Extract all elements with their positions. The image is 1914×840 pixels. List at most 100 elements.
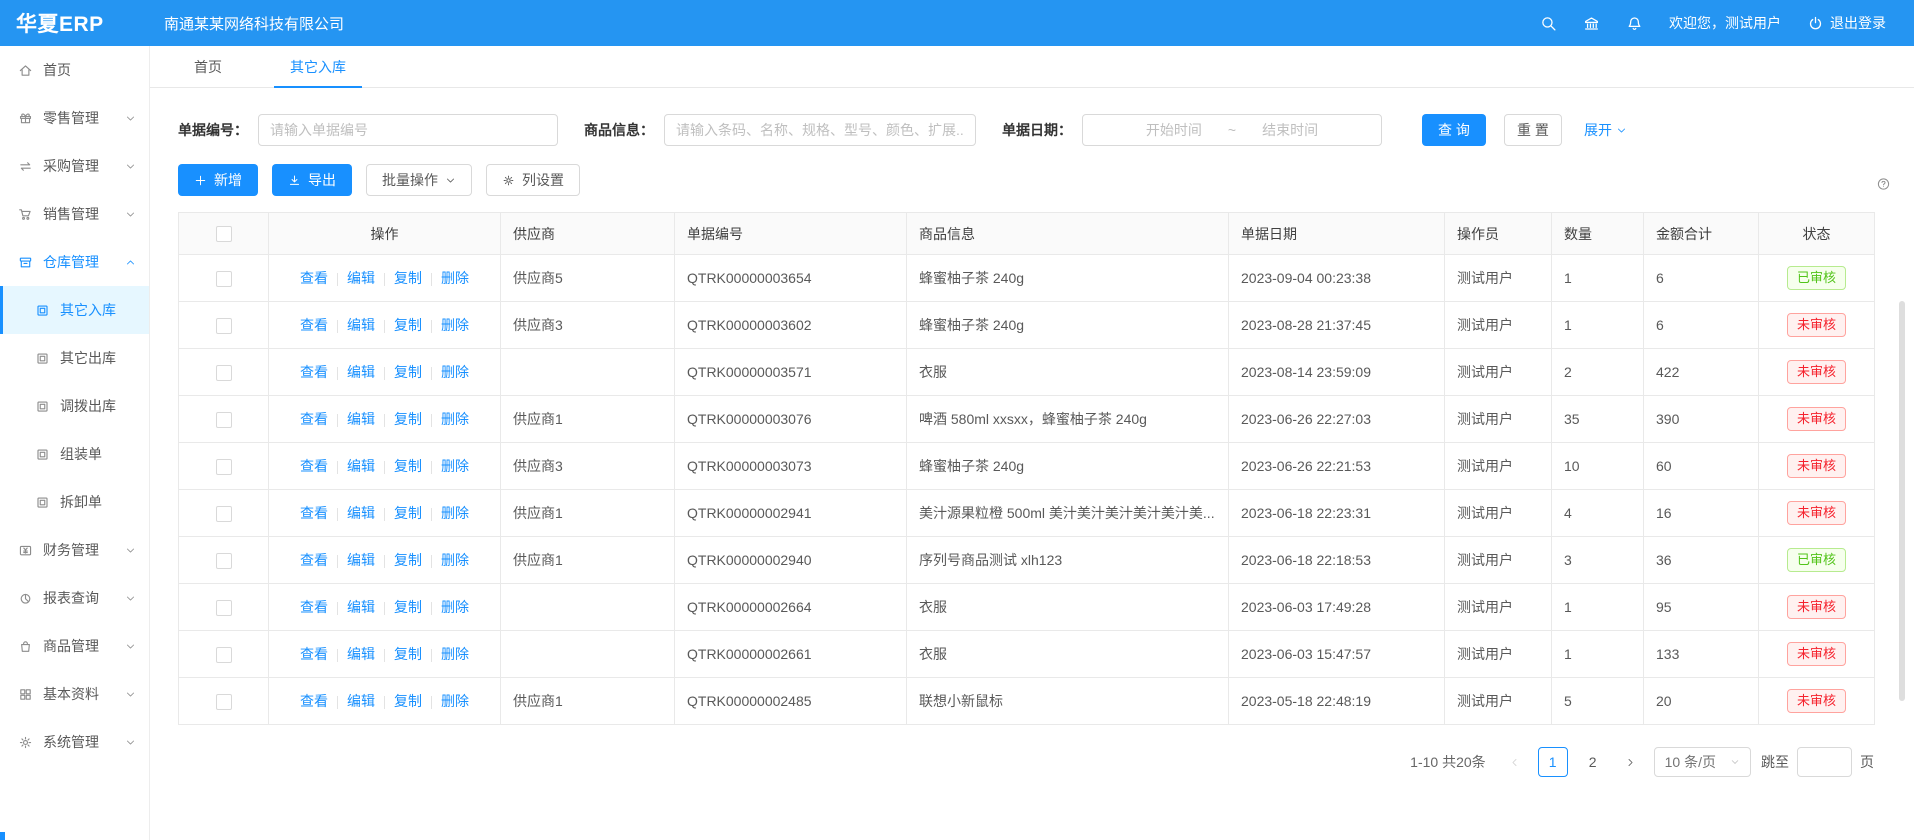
row-action-copy[interactable]: 复制 <box>394 317 422 333</box>
sidebar-item[interactable]: 仓库管理 <box>0 238 149 286</box>
page-size-select[interactable]: 10 条/页 <box>1654 747 1751 777</box>
row-action-copy[interactable]: 复制 <box>394 458 422 474</box>
row-action-view[interactable]: 查看 <box>300 270 328 286</box>
page-button-2[interactable]: 2 <box>1578 747 1608 777</box>
reset-button[interactable]: 重 置 <box>1504 114 1562 146</box>
cell-operator: 测试用户 <box>1445 302 1552 349</box>
row-checkbox[interactable] <box>216 553 232 569</box>
jump-page-input[interactable] <box>1797 747 1852 777</box>
row-action-view[interactable]: 查看 <box>300 505 328 521</box>
row-action-edit[interactable]: 编辑 <box>347 599 375 615</box>
chevron-up-icon <box>125 257 136 268</box>
search-icon[interactable] <box>1540 15 1557 32</box>
row-action-view[interactable]: 查看 <box>300 552 328 568</box>
sidebar-subitem[interactable]: 其它出库 <box>0 334 149 382</box>
sidebar-item[interactable]: 零售管理 <box>0 94 149 142</box>
row-action-copy[interactable]: 复制 <box>394 505 422 521</box>
date-range-picker[interactable]: 开始时间 ~ 结束时间 <box>1082 114 1382 146</box>
row-action-view[interactable]: 查看 <box>300 693 328 709</box>
search-button[interactable]: 查 询 <box>1422 114 1486 146</box>
sidebar-subitem[interactable]: 其它入库 <box>0 286 149 334</box>
sidebar-item[interactable]: 首页 <box>0 46 149 94</box>
row-action-delete[interactable]: 删除 <box>441 270 469 286</box>
batch-actions-button[interactable]: 批量操作 <box>366 164 472 196</box>
row-action-delete[interactable]: 删除 <box>441 599 469 615</box>
status-badge: 已审核 <box>1787 548 1846 572</box>
row-action-edit[interactable]: 编辑 <box>347 317 375 333</box>
row-checkbox[interactable] <box>216 412 232 428</box>
cell-status: 未审核 <box>1759 302 1875 349</box>
row-action-delete[interactable]: 删除 <box>441 646 469 662</box>
row-action-delete[interactable]: 删除 <box>441 317 469 333</box>
bill-date-label: 单据日期： <box>1002 120 1072 140</box>
sidebar-item[interactable]: 采购管理 <box>0 142 149 190</box>
row-action-copy[interactable]: 复制 <box>394 599 422 615</box>
row-checkbox[interactable] <box>216 459 232 475</box>
sidebar-item[interactable]: 财务管理 <box>0 526 149 574</box>
next-page-button[interactable] <box>1618 747 1644 777</box>
row-action-view[interactable]: 查看 <box>300 646 328 662</box>
row-action-edit[interactable]: 编辑 <box>347 552 375 568</box>
row-checkbox[interactable] <box>216 600 232 616</box>
row-action-view[interactable]: 查看 <box>300 458 328 474</box>
help-icon[interactable] <box>1877 174 1890 187</box>
row-action-view[interactable]: 查看 <box>300 411 328 427</box>
row-action-copy[interactable]: 复制 <box>394 646 422 662</box>
row-action-delete[interactable]: 删除 <box>441 693 469 709</box>
row-checkbox[interactable] <box>216 694 232 710</box>
add-button[interactable]: 新增 <box>178 164 258 196</box>
bank-icon[interactable] <box>1583 15 1600 32</box>
tab-item[interactable]: 首页 <box>178 46 238 87</box>
row-action-copy[interactable]: 复制 <box>394 364 422 380</box>
jump-suffix: 页 <box>1860 752 1874 772</box>
table-scrollbar[interactable] <box>1899 301 1905 701</box>
logout-button[interactable]: 退出登录 <box>1807 13 1886 33</box>
cell-select <box>179 396 269 443</box>
erp-app: 华夏ERP 南通某某网络科技有限公司 欢迎您，测试用户 退出登录 首页零售管理采… <box>0 0 1914 840</box>
sidebar-item[interactable]: 商品管理 <box>0 622 149 670</box>
select-all-checkbox[interactable] <box>216 226 232 242</box>
row-action-copy[interactable]: 复制 <box>394 411 422 427</box>
row-action-view[interactable]: 查看 <box>300 364 328 380</box>
row-action-edit[interactable]: 编辑 <box>347 458 375 474</box>
tab-active[interactable]: 其它入库 <box>274 46 362 87</box>
cell-date: 2023-08-14 23:59:09 <box>1229 349 1445 396</box>
sidebar-subitem[interactable]: 组装单 <box>0 430 149 478</box>
expand-filters-link[interactable]: 展开 <box>1584 120 1627 140</box>
row-action-view[interactable]: 查看 <box>300 599 328 615</box>
sidebar-subitem[interactable]: 调拨出库 <box>0 382 149 430</box>
bell-icon[interactable] <box>1626 15 1643 32</box>
row-action-copy[interactable]: 复制 <box>394 693 422 709</box>
page-button-1[interactable]: 1 <box>1538 747 1568 777</box>
row-action-delete[interactable]: 删除 <box>441 411 469 427</box>
goods-info-input[interactable] <box>664 114 976 146</box>
batch-actions-label: 批量操作 <box>382 170 438 190</box>
row-checkbox[interactable] <box>216 365 232 381</box>
row-action-edit[interactable]: 编辑 <box>347 270 375 286</box>
sidebar-subitem[interactable]: 拆卸单 <box>0 478 149 526</box>
row-action-copy[interactable]: 复制 <box>394 552 422 568</box>
sidebar-item[interactable]: 销售管理 <box>0 190 149 238</box>
sidebar-item[interactable]: 系统管理 <box>0 718 149 766</box>
row-action-edit[interactable]: 编辑 <box>347 364 375 380</box>
row-action-view[interactable]: 查看 <box>300 317 328 333</box>
row-action-delete[interactable]: 删除 <box>441 364 469 380</box>
row-checkbox[interactable] <box>216 506 232 522</box>
sidebar-item[interactable]: 基本资料 <box>0 670 149 718</box>
row-action-edit[interactable]: 编辑 <box>347 646 375 662</box>
row-action-edit[interactable]: 编辑 <box>347 693 375 709</box>
row-action-delete[interactable]: 删除 <box>441 552 469 568</box>
sidebar-item[interactable]: 报表查询 <box>0 574 149 622</box>
row-checkbox[interactable] <box>216 647 232 663</box>
row-action-delete[interactable]: 删除 <box>441 458 469 474</box>
prev-page-button[interactable] <box>1502 747 1528 777</box>
row-action-edit[interactable]: 编辑 <box>347 505 375 521</box>
bill-no-input[interactable] <box>258 114 558 146</box>
column-settings-button[interactable]: 列设置 <box>486 164 580 196</box>
row-action-edit[interactable]: 编辑 <box>347 411 375 427</box>
row-action-delete[interactable]: 删除 <box>441 505 469 521</box>
export-button[interactable]: 导出 <box>272 164 352 196</box>
row-checkbox[interactable] <box>216 271 232 287</box>
row-action-copy[interactable]: 复制 <box>394 270 422 286</box>
row-checkbox[interactable] <box>216 318 232 334</box>
